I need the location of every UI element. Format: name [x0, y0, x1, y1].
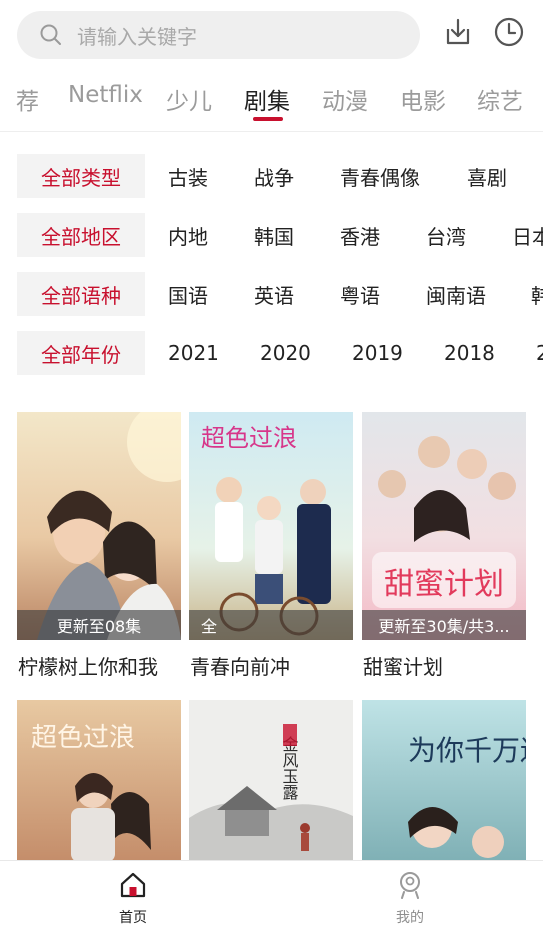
filter-option[interactable]: 国语: [168, 272, 208, 316]
show-poster[interactable]: 超色过浪: [17, 700, 181, 862]
filter-all-language[interactable]: 全部语种: [17, 272, 145, 316]
filter-row-year: 全部年份 2021 2020 2019 2018 2: [0, 331, 543, 375]
poster-image: 甜蜜计划: [362, 412, 526, 640]
filter-option[interactable]: 2: [536, 331, 543, 375]
filter-option[interactable]: 青春偶像: [340, 154, 420, 198]
filter-option[interactable]: 英语: [254, 272, 294, 316]
filter-option[interactable]: 古装: [168, 154, 208, 198]
poster-title-art: 超色过浪: [31, 723, 135, 753]
nav-mine[interactable]: 我的: [350, 861, 470, 944]
filter-row-region: 全部地区 内地 韩国 香港 台湾 日本: [0, 213, 543, 257]
poster-title-art: 超色过浪: [201, 424, 297, 452]
episode-badge: 更新至08集: [17, 610, 181, 640]
filter-option[interactable]: 2018: [444, 331, 495, 375]
tab-kids[interactable]: 少儿: [166, 82, 212, 116]
header: 请输入关键字: [0, 0, 543, 70]
tab-netflix[interactable]: Netflix: [68, 82, 143, 108]
poster-title-art: 甜蜜计划: [384, 567, 504, 602]
filter-option[interactable]: 2021: [168, 331, 219, 375]
show-card[interactable]: 甜蜜计划 更新至30集/共3... 甜蜜计划: [362, 412, 526, 680]
filter-option[interactable]: 闽南语: [426, 272, 486, 316]
episode-badge: 全: [189, 610, 353, 640]
show-card[interactable]: 更新至08集 柠檬树上你和我: [17, 412, 181, 680]
search-bar[interactable]: 请输入关键字: [17, 11, 420, 59]
poster-image: 超色过浪: [189, 412, 353, 640]
filter-option[interactable]: 台湾: [426, 213, 466, 257]
nav-home[interactable]: 首页: [73, 861, 193, 944]
category-tabs: 荐 Netflix 少儿 剧集 动漫 电影 综艺: [0, 78, 543, 132]
tab-recommend[interactable]: 荐: [16, 82, 39, 116]
filter-option[interactable]: 韩: [531, 272, 543, 316]
nav-home-label: 首页: [119, 910, 147, 926]
filter-option[interactable]: 战争: [254, 154, 294, 198]
filter-option[interactable]: 香港: [340, 213, 380, 257]
poster-image: 为你千万遍: [362, 700, 526, 862]
history-clock-icon[interactable]: [493, 16, 525, 48]
filter-option[interactable]: 内地: [168, 213, 208, 257]
filter-all-year[interactable]: 全部年份: [17, 331, 145, 375]
show-poster[interactable]: 更新至08集: [17, 412, 181, 640]
search-icon: [40, 24, 61, 45]
nav-mine-label: 我的: [396, 910, 424, 926]
download-icon[interactable]: [442, 16, 474, 48]
poster-image: [17, 412, 181, 640]
profile-icon: [400, 872, 420, 899]
episode-badge: 更新至30集/共3...: [362, 610, 526, 640]
filter-option[interactable]: 日本: [512, 213, 543, 257]
show-poster[interactable]: 超色过浪 全: [189, 412, 353, 640]
tab-variety[interactable]: 综艺: [477, 82, 523, 116]
filter-all-type[interactable]: 全部类型: [17, 154, 145, 198]
filter-option[interactable]: 2020: [260, 331, 311, 375]
poster-image: 金风玉露一相逢: [189, 700, 353, 862]
show-poster[interactable]: 为你千万遍: [362, 700, 526, 862]
active-tab-indicator: [253, 117, 283, 121]
tab-series[interactable]: 剧集: [244, 82, 290, 116]
filter-option[interactable]: 喜剧: [467, 154, 507, 198]
filter-row-type: 全部类型 古装 战争 青春偶像 喜剧: [0, 154, 543, 198]
tab-movie[interactable]: 电影: [400, 82, 446, 116]
filter-all-region[interactable]: 全部地区: [17, 213, 145, 257]
tab-anime[interactable]: 动漫: [322, 82, 368, 116]
filter-row-language: 全部语种 国语 英语 粤语 闽南语 韩: [0, 272, 543, 316]
show-title[interactable]: 甜蜜计划: [363, 651, 443, 680]
poster-image: 超色过浪: [17, 700, 181, 862]
filter-option[interactable]: 粤语: [340, 272, 380, 316]
show-card[interactable]: 超色过浪 全 青春向前冲: [189, 412, 353, 680]
filter-option[interactable]: 韩国: [254, 213, 294, 257]
show-poster[interactable]: 甜蜜计划 更新至30集/共3...: [362, 412, 526, 640]
search-input[interactable]: 请输入关键字: [77, 21, 197, 50]
filter-option[interactable]: 2019: [352, 331, 403, 375]
show-title[interactable]: 青春向前冲: [190, 651, 290, 680]
show-poster[interactable]: 金风玉露一相逢: [189, 700, 353, 862]
poster-title-art: 为你千万遍: [408, 734, 526, 767]
show-title[interactable]: 柠檬树上你和我: [18, 651, 158, 680]
bottom-nav: 首页 我的: [0, 860, 543, 944]
home-icon: [120, 872, 146, 898]
